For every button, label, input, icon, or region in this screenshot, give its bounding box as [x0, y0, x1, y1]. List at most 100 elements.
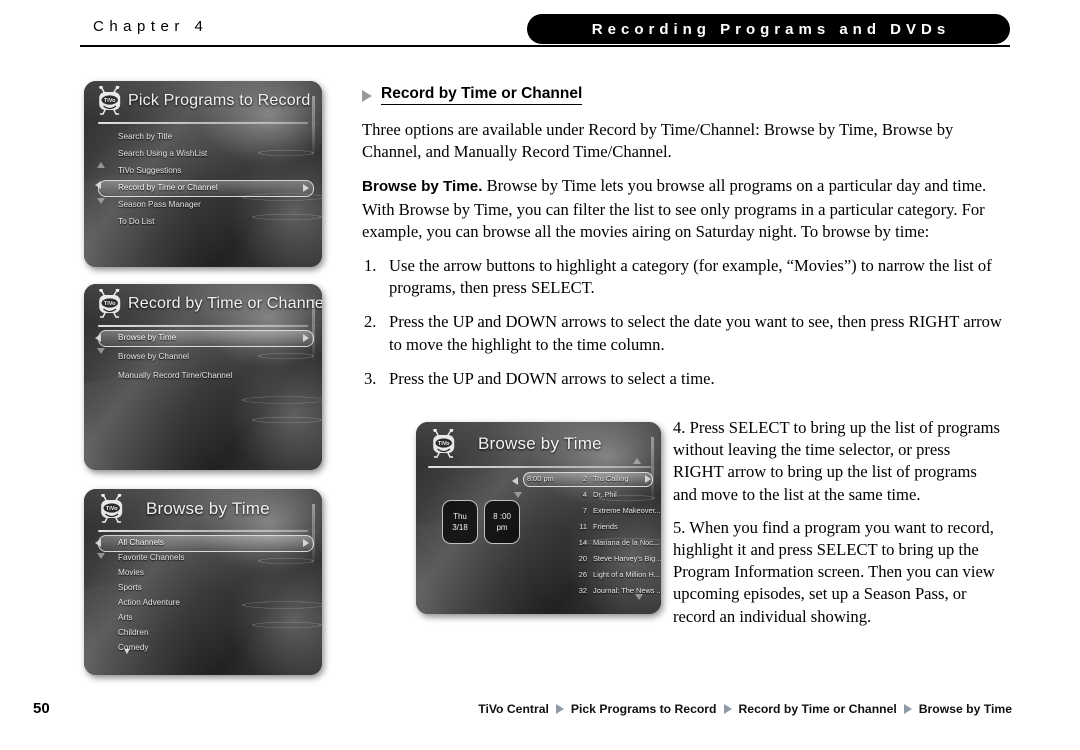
tv-menu-item[interactable]: Manually Record Time/Channel: [84, 368, 322, 383]
chapter-label: Chapter 4: [93, 18, 209, 35]
tv-menu-item-label: Favorite Channels: [118, 553, 185, 562]
tivo-logo-icon: TiVo: [98, 494, 128, 524]
program-listing-row-selected[interactable]: 8:00 pm 2 Tru Calling: [523, 472, 653, 487]
tv-menu-item-label: Search Using a WishList: [118, 149, 208, 158]
listing-program: Dr. Phil: [593, 490, 617, 499]
listing-channel: 20: [578, 554, 587, 563]
arrow-down-icon[interactable]: [97, 198, 105, 204]
program-listing-row[interactable]: 20 Steve Harvey's Big ...: [529, 552, 661, 565]
arrow-left-icon[interactable]: [95, 334, 101, 342]
tv-menu-item[interactable]: TiVo Suggestions: [84, 163, 322, 178]
arrow-down-icon[interactable]: [97, 348, 105, 354]
step-number: 1.: [364, 256, 377, 276]
date-selector-day: Thu: [453, 512, 467, 521]
tv-menu-item-label: All Channels: [118, 538, 164, 547]
breadcrumb-item-browse-by-time[interactable]: Browse by Time: [919, 702, 1012, 716]
tv-menu-item-label: Manually Record Time/Channel: [118, 371, 233, 380]
tv-menu-item-label: Action Adventure: [118, 598, 180, 607]
listing-program: Light of a Million H...: [593, 570, 660, 579]
program-listing-row[interactable]: 14 Mariana de la Noc...: [529, 536, 659, 549]
list-scroll-down-icon[interactable]: [635, 594, 643, 600]
listing-channel: 14: [578, 538, 587, 547]
step-item: 3. Press the UP and DOWN arrows to selec…: [362, 368, 1002, 390]
program-listing-row[interactable]: 7 Extreme Makeover...: [529, 504, 661, 517]
listing-channel: 11: [579, 522, 587, 531]
decor-lamp-ring: [252, 416, 322, 424]
tv-menu-list: Browse by Time Browse by Channel Manuall…: [84, 330, 322, 383]
tv-menu-item[interactable]: Favorite Channels: [84, 550, 322, 565]
program-listing-row[interactable]: 4 Dr. Phil: [529, 488, 653, 501]
browse-by-time-paragraph: Browse by Time. Browse by Time lets you …: [362, 175, 1002, 243]
breadcrumb-item-tivo-central[interactable]: TiVo Central: [478, 702, 549, 716]
browse-by-time-lead: Browse by Time.: [362, 178, 483, 196]
main-content: Record by Time or Channel Three options …: [362, 85, 1002, 402]
time-selector-box[interactable]: 8 :00 pm: [484, 500, 520, 544]
tv-screen-title: Record by Time or Channel: [128, 295, 322, 312]
tivo-logo-icon: TiVo: [96, 289, 126, 319]
tv-menu-item[interactable]: Browse by Channel: [84, 349, 322, 364]
arrow-left-icon[interactable]: [95, 181, 101, 189]
tv-menu-item-label: TiVo Suggestions: [118, 166, 182, 175]
tivo-logo-icon: TiVo: [96, 86, 126, 116]
breadcrumb-item-pick-programs[interactable]: Pick Programs to Record: [571, 702, 717, 716]
arrow-up-icon[interactable]: [97, 162, 105, 168]
step-number: 3.: [364, 368, 377, 388]
tv-screen-header: TiVo Browse by Time: [84, 489, 322, 529]
listing-channel: 4: [582, 490, 587, 499]
arrow-left-icon[interactable]: [95, 539, 101, 547]
chevron-right-icon: [645, 475, 651, 483]
arrow-down-icon[interactable]: [514, 492, 522, 498]
tv-menu-item[interactable]: Search by Title: [84, 129, 322, 144]
program-listing-row[interactable]: 26 Light of a Million H...: [529, 568, 660, 581]
header-title-pill: Recording Programs and DVDs: [527, 14, 1010, 44]
tv-menu-item-label: Search by Title: [118, 132, 173, 141]
chevron-right-icon: [303, 539, 309, 547]
tv-menu-item[interactable]: Movies: [84, 565, 322, 580]
listing-time: 8:00 pm: [527, 474, 554, 483]
listing-program: Journal: The News ...: [593, 586, 661, 595]
tv-menu-item[interactable]: Action Adventure: [84, 595, 322, 610]
date-selector-box[interactable]: Thu 3/18: [442, 500, 478, 544]
step-item: 1. Use the arrow buttons to highlight a …: [362, 255, 1002, 299]
screenshot-browse-by-time-grid: TiVo Browse by Time Thu 3/18 8 :00 pm 8:…: [416, 422, 661, 614]
scroll-down-indicator[interactable]: ▼: [120, 647, 134, 656]
time-selector-hour: 8 :00: [493, 512, 511, 521]
screenshot-browse-by-time-categories: TiVo Browse by Time All Channels Favorit…: [84, 489, 322, 675]
tv-menu-item[interactable]: Children: [84, 625, 322, 640]
listing-channel: 2: [582, 474, 587, 483]
tv-menu-item[interactable]: Sports: [84, 580, 322, 595]
tv-menu-item-selected[interactable]: Browse by Time: [84, 330, 322, 347]
tv-menu-item-label: Browse by Channel: [118, 352, 189, 361]
arrow-down-icon[interactable]: [97, 553, 105, 559]
tv-menu-item-label: Children: [118, 628, 149, 637]
step-item: 2. Press the UP and DOWN arrows to selec…: [362, 311, 1002, 355]
list-scroll-up-icon[interactable]: [633, 458, 641, 464]
steps-list: 1. Use the arrow buttons to highlight a …: [362, 255, 1002, 390]
page-footer: 50 TiVo Central Pick Programs to Record …: [0, 692, 1080, 750]
bullet-triangle-icon: [362, 90, 372, 102]
tv-menu-item-selected[interactable]: Record by Time or Channel: [84, 180, 322, 197]
svg-text:TiVo: TiVo: [438, 441, 450, 447]
step-text: Press the UP and DOWN arrows to select a…: [389, 368, 715, 388]
tv-menu-item-label: Movies: [118, 568, 144, 577]
screenshot-pick-programs: TiVo Pick Programs to Record Search by T…: [84, 81, 322, 267]
tv-menu-item-selected[interactable]: All Channels: [84, 535, 322, 552]
tv-menu-list: All Channels Favorite Channels Movies Sp…: [84, 535, 322, 655]
tv-menu-item[interactable]: To Do List: [84, 214, 322, 229]
svg-text:TiVo: TiVo: [106, 506, 118, 512]
program-listing-row[interactable]: 11 Friends: [529, 520, 653, 533]
tv-menu-item[interactable]: Arts: [84, 610, 322, 625]
tv-menu-item[interactable]: Search Using a WishList: [84, 146, 322, 161]
listing-channel: 32: [578, 586, 587, 595]
listing-program: Tru Calling: [593, 474, 629, 483]
screenshot-record-by-time-or-channel: TiVo Record by Time or Channel Browse by…: [84, 284, 322, 470]
listing-channel: 7: [582, 506, 587, 515]
breadcrumb-item-record-by-time[interactable]: Record by Time or Channel: [739, 702, 897, 716]
tv-screen-title: Browse by Time: [478, 434, 602, 453]
breadcrumb-separator-icon: [723, 704, 732, 714]
svg-text:TiVo: TiVo: [104, 98, 116, 104]
tv-screen-header: TiVo Pick Programs to Record: [84, 81, 322, 121]
svg-text:TiVo: TiVo: [104, 301, 116, 307]
tv-menu-item[interactable]: Season Pass Manager: [84, 197, 322, 212]
arrow-left-icon[interactable]: [512, 477, 518, 485]
